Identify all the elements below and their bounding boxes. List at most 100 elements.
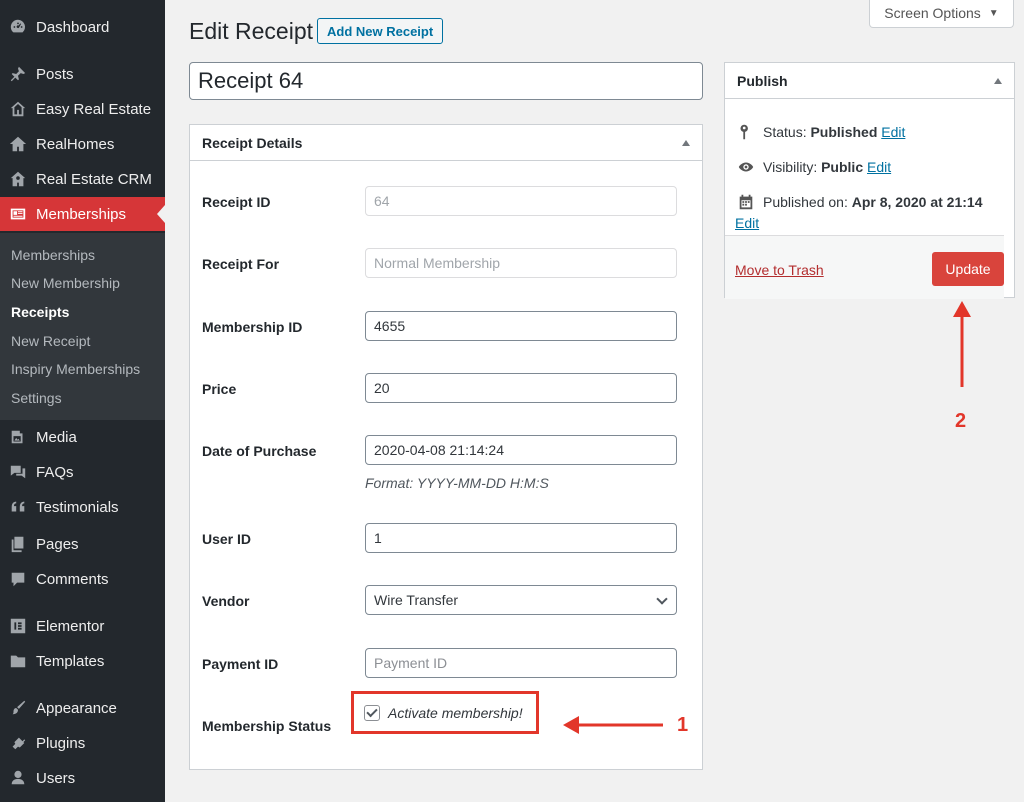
publish-status-row: Status: Published Edit xyxy=(737,123,905,141)
screen-options-label: Screen Options xyxy=(884,5,981,21)
vendor-selected-value: Wire Transfer xyxy=(374,592,459,608)
submenu-settings[interactable]: Settings xyxy=(11,390,62,406)
receipt-for-input[interactable]: Normal Membership xyxy=(365,248,677,278)
annotation-number-2: 2 xyxy=(955,410,967,432)
user-id-input[interactable]: 1 xyxy=(365,523,677,553)
menu-realhomes[interactable]: RealHomes xyxy=(0,127,165,161)
submenu-receipts[interactable]: Receipts xyxy=(11,304,69,320)
published-prefix: Published on: xyxy=(763,194,852,210)
pages-icon xyxy=(0,535,36,553)
menu-media[interactable]: Media xyxy=(0,420,165,454)
brush-icon xyxy=(0,699,36,717)
menu-label: Posts xyxy=(36,65,74,83)
dashboard-icon xyxy=(0,18,36,36)
menu-users[interactable]: Users xyxy=(0,761,165,795)
menu-plugins[interactable]: Plugins xyxy=(0,726,165,760)
menu-label: FAQs xyxy=(36,463,74,481)
menu-templates[interactable]: Templates xyxy=(0,644,165,678)
comment-icon xyxy=(0,570,36,588)
vendor-select[interactable]: Wire Transfer xyxy=(365,585,677,615)
receipt-id-input[interactable]: 64 xyxy=(365,186,677,216)
menu-label: Real Estate CRM xyxy=(36,170,152,188)
receipt-for-label: Receipt For xyxy=(202,256,280,272)
house-icon xyxy=(0,135,36,153)
menu-label: Media xyxy=(36,428,77,446)
collapse-arrow-icon[interactable] xyxy=(994,77,1002,84)
chevron-down-icon xyxy=(656,593,668,605)
status-value: Published xyxy=(810,124,878,140)
price-input[interactable]: 20 xyxy=(365,373,677,403)
submenu-new-membership[interactable]: New Membership xyxy=(11,275,120,291)
submenu-memberships[interactable]: Memberships xyxy=(11,247,95,263)
media-icon xyxy=(0,428,36,446)
date-of-purchase-input[interactable]: 2020-04-08 21:14:24 xyxy=(365,435,677,465)
id-card-icon xyxy=(0,205,36,223)
move-to-trash-link[interactable]: Move to Trash xyxy=(735,262,824,278)
chat-icon xyxy=(0,463,36,481)
screen-options-button[interactable]: Screen Options ▼ xyxy=(869,0,1014,28)
edit-date-link[interactable]: Edit xyxy=(735,215,759,231)
update-button[interactable]: Update xyxy=(932,252,1004,286)
annotation-arrow-1 xyxy=(563,716,663,734)
menu-memberships[interactable]: Memberships xyxy=(0,197,165,231)
post-title-input[interactable] xyxy=(189,62,703,100)
menu-dashboard[interactable]: Dashboard xyxy=(0,10,165,44)
published-value: Apr 8, 2020 at 21:14 xyxy=(851,194,983,210)
collapse-arrow-icon[interactable] xyxy=(682,139,690,146)
membership-id-label: Membership ID xyxy=(202,319,303,335)
date-format-hint: Format: YYYY-MM-DD H:M:S xyxy=(365,475,549,491)
key-icon xyxy=(740,124,748,140)
menu-easy-real-estate[interactable]: Easy Real Estate xyxy=(0,92,165,126)
status-prefix: Status: xyxy=(763,124,811,140)
menu-label: RealHomes xyxy=(36,135,115,153)
publish-actions: Move to Trash Update xyxy=(725,235,1004,299)
annotation-number-1: 1 xyxy=(677,714,689,736)
edit-status-link[interactable]: Edit xyxy=(881,124,905,140)
membership-status-label: Membership Status xyxy=(202,718,332,734)
visibility-value: Public xyxy=(821,159,864,175)
submenu-inspiry-memberships[interactable]: Inspiry Memberships xyxy=(11,361,140,377)
payment-id-label: Payment ID xyxy=(202,656,279,672)
publish-header[interactable]: Publish xyxy=(725,63,1014,99)
price-label: Price xyxy=(202,381,237,397)
menu-label: Users xyxy=(36,769,76,787)
menu-label: Plugins xyxy=(36,734,86,752)
menu-faqs[interactable]: FAQs xyxy=(0,455,165,489)
receipt-details-header[interactable]: Receipt Details xyxy=(190,125,702,161)
menu-elementor[interactable]: Elementor xyxy=(0,609,165,643)
menu-label: Elementor xyxy=(36,617,105,635)
elementor-icon xyxy=(0,617,36,635)
menu-pages[interactable]: Pages xyxy=(0,527,165,561)
menu-comments[interactable]: Comments xyxy=(0,562,165,596)
membership-id-input[interactable]: 4655 xyxy=(365,311,677,341)
triangle-down-icon: ▼ xyxy=(988,7,999,19)
payment-id-input[interactable]: Payment ID xyxy=(365,648,677,678)
plug-icon xyxy=(0,734,36,752)
date-of-purchase-label: Date of Purchase xyxy=(202,443,317,459)
calendar-icon xyxy=(739,194,753,210)
publish-title: Publish xyxy=(737,72,788,89)
menu-real-estate-crm[interactable]: Real Estate CRM xyxy=(0,162,165,196)
menu-posts[interactable]: Posts xyxy=(0,57,165,91)
menu-label: Memberships xyxy=(36,205,127,223)
publish-visibility-row: Visibility: Public Edit xyxy=(737,158,891,176)
page-title: Edit Receipt xyxy=(189,18,314,44)
receipt-details-box: Receipt Details Receipt ID 64 Receipt Fo… xyxy=(189,124,703,770)
publish-date-row: Published on: Apr 8, 2020 at 21:14 xyxy=(737,193,982,211)
pin-icon xyxy=(0,65,36,83)
receipt-details-title: Receipt Details xyxy=(202,134,303,151)
edit-visibility-link[interactable]: Edit xyxy=(867,159,891,175)
receipt-id-label: Receipt ID xyxy=(202,194,271,210)
eye-icon xyxy=(738,162,754,172)
add-new-receipt-button[interactable]: Add New Receipt xyxy=(317,18,444,44)
crm-icon xyxy=(0,170,36,188)
menu-label: Appearance xyxy=(36,699,117,717)
publish-box: Publish Status: Published Edit Visibilit… xyxy=(724,62,1015,299)
activate-membership-label[interactable]: Activate membership! xyxy=(388,705,523,721)
submenu-new-receipt[interactable]: New Receipt xyxy=(11,333,90,349)
activate-membership-checkbox[interactable] xyxy=(364,704,380,721)
menu-label: Dashboard xyxy=(36,18,110,36)
menu-testimonials[interactable]: Testimonials xyxy=(0,490,165,524)
visibility-prefix: Visibility: xyxy=(763,159,822,175)
menu-appearance[interactable]: Appearance xyxy=(0,691,165,725)
